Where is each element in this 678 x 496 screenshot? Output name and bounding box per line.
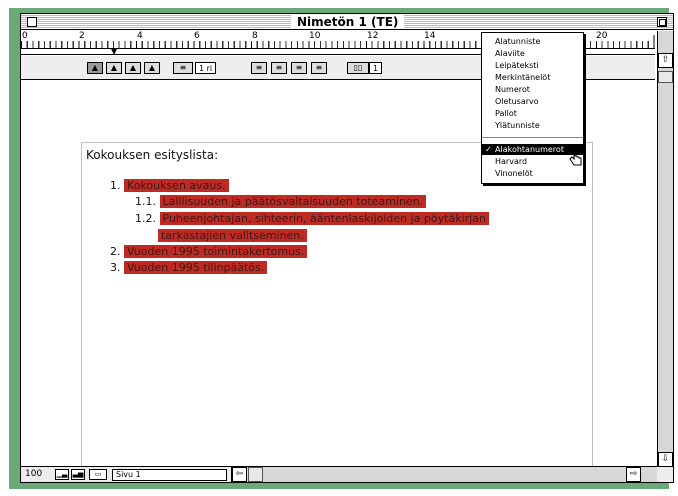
align-left-icon[interactable]: ≡ xyxy=(251,62,267,74)
document-heading: Kokouksen esityslista: xyxy=(86,148,219,162)
menu-item-pallot[interactable]: Pallot xyxy=(482,108,583,119)
list-text: Laillisuuden ja päätösvaltaisuuden totea… xyxy=(159,195,427,208)
tab-left-icon[interactable]: ▲ xyxy=(87,62,103,74)
list-item[interactable]: 1. Kokouksen avaus. xyxy=(110,178,229,193)
list-number: 2. xyxy=(110,245,121,258)
line-spacing-icon[interactable]: ≡ xyxy=(173,62,193,74)
align-justify-icon[interactable]: ≡ xyxy=(311,62,327,74)
menu-item-label: Alakohtanumerot xyxy=(495,145,564,154)
scroll-down-icon[interactable]: ⇩ xyxy=(658,452,673,467)
zoom-box[interactable] xyxy=(657,17,667,27)
list-number: 3. xyxy=(110,261,121,274)
tab-right-icon[interactable]: ▲ xyxy=(125,62,141,74)
close-box[interactable] xyxy=(27,17,37,27)
menu-item-alaviite[interactable]: Alaviite xyxy=(482,48,583,59)
ruler-number: 2 xyxy=(78,31,86,41)
scroll-right-icon[interactable]: ⇨ xyxy=(626,467,641,482)
horizontal-scrollbar[interactable]: ⇦ ⇨ xyxy=(231,467,657,482)
tab-decimal-icon[interactable]: ▲ xyxy=(144,62,160,74)
menu-item-ylatunniste[interactable]: Ylätunniste xyxy=(482,120,583,131)
ruler-number: 4 xyxy=(136,31,144,41)
list-text: tarkastajien valitseminen. xyxy=(158,229,307,242)
ruler-number: 12 xyxy=(366,31,380,41)
scroll-left-icon[interactable]: ⇦ xyxy=(232,467,247,482)
list-number: 1.2. xyxy=(135,212,156,225)
ruler-number: 8 xyxy=(251,31,259,41)
ruler-number: 10 xyxy=(308,31,322,41)
vertical-scrollbar[interactable]: ⇧ ⇩ xyxy=(657,31,673,467)
menu-item-alakohtanumerot[interactable]: ✓ Alakohtanumerot xyxy=(482,144,583,155)
list-item[interactable]: 1.2. Puheenjohtajan, sihteerin, ääntenla… xyxy=(135,211,489,226)
title-bar[interactable]: Nimetön 1 (TE) xyxy=(21,14,673,30)
ruler-number: 0 xyxy=(21,31,29,41)
columns-field[interactable]: 1 xyxy=(369,62,383,74)
ruler-number: 6 xyxy=(193,31,201,41)
scroll-thumb[interactable] xyxy=(658,71,673,83)
menu-item-oletusarvo[interactable]: Oletusarvo xyxy=(482,96,583,107)
page-indicator[interactable]: Sivu 1 xyxy=(112,469,227,481)
tab-center-icon[interactable]: ▲ xyxy=(106,62,122,74)
zoom-out-icon[interactable]: ▁▃ xyxy=(55,469,69,480)
page-view-icon[interactable]: ▭ xyxy=(89,469,107,480)
menu-item-harvard[interactable]: Harvard xyxy=(482,156,583,167)
list-number: 1.1. xyxy=(135,195,156,208)
line-spacing-field[interactable]: 1 ri xyxy=(195,62,217,74)
list-item[interactable]: 3. Vuoden 1995 tilinpäätös. xyxy=(110,260,268,275)
window-title: Nimetön 1 (TE) xyxy=(291,15,405,29)
align-center-icon[interactable]: ≡ xyxy=(271,62,287,74)
list-item[interactable]: 2. Vuoden 1995 toimintakertomus. xyxy=(110,244,308,259)
list-text: Vuoden 1995 toimintakertomus. xyxy=(124,245,308,258)
list-item[interactable]: tarkastajien valitseminen. xyxy=(158,228,307,243)
zoom-level[interactable]: 100 xyxy=(25,469,42,480)
menu-separator xyxy=(482,137,583,138)
hand-cursor-icon xyxy=(569,150,582,166)
hscroll-thumb[interactable] xyxy=(248,467,263,482)
status-bar: 100 ▁▃ ▃▅ ▭ Sivu 1 ⇦ ⇨ xyxy=(21,466,673,482)
checkmark-icon: ✓ xyxy=(485,145,492,154)
zoom-in-icon[interactable]: ▃▅ xyxy=(71,469,85,480)
list-text: Kokouksen avaus. xyxy=(124,179,229,192)
columns-icon[interactable]: ▯▯ xyxy=(347,62,369,74)
ruler-number: 20 xyxy=(595,31,609,41)
align-right-icon[interactable]: ≡ xyxy=(291,62,307,74)
list-item[interactable]: 1.1. Laillisuuden ja päätösvaltaisuuden … xyxy=(135,194,427,209)
menu-item-alatunniste[interactable]: Alatunniste xyxy=(482,36,583,47)
menu-item-vinonelot[interactable]: Vinonelöt xyxy=(482,168,583,179)
ruler-number: 14 xyxy=(423,31,437,41)
list-text: Vuoden 1995 tilinpäätös. xyxy=(124,261,268,274)
menu-item-numerot[interactable]: Numerot xyxy=(482,84,583,95)
list-text: Puheenjohtajan, sihteerin, ääntenlaskijo… xyxy=(159,212,489,225)
menu-item-leipateksti[interactable]: Leipäteksti xyxy=(482,60,583,71)
list-number: 1. xyxy=(110,179,121,192)
document-window: Nimetön 1 (TE) 0 2 4 6 8 10 12 14 20 ▼ ◀… xyxy=(20,13,674,483)
menu-item-merkintanelot[interactable]: Merkintänelöt xyxy=(482,72,583,83)
scroll-up-icon[interactable]: ⇧ xyxy=(658,53,673,68)
indent-marker-icon[interactable]: ▼ xyxy=(111,48,117,56)
